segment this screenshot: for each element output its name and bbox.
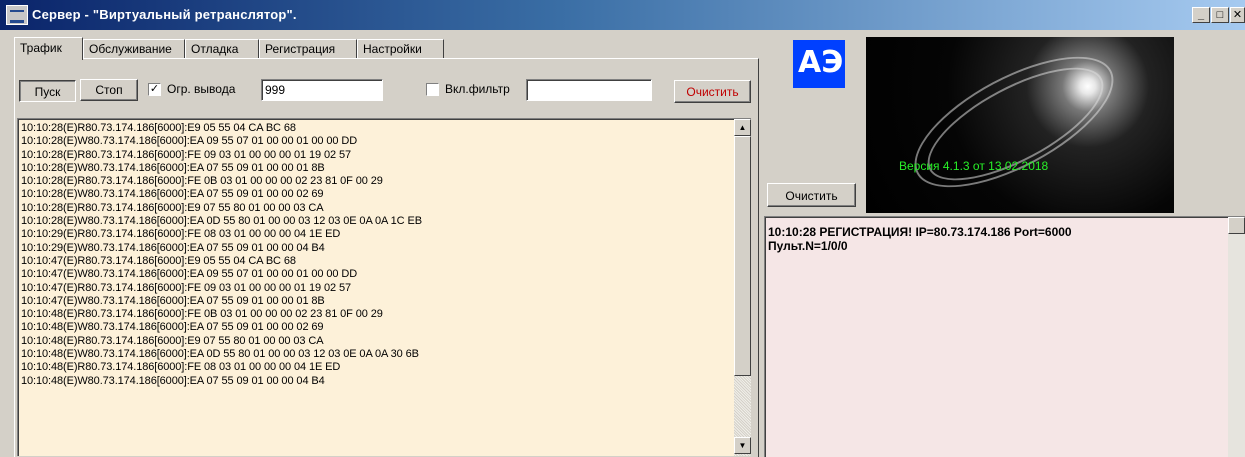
- filter-checkbox[interactable]: [426, 83, 439, 96]
- close-button[interactable]: ✕: [1230, 7, 1245, 23]
- log-line: 10:10:28(E)W80.73.174.186[6000]:EA 0D 55…: [21, 215, 422, 228]
- version-label: Версия 4.1.3 от 13.02.2018: [899, 159, 1049, 173]
- log-line: 10:10:48(E)W80.73.174.186[6000]:EA 07 55…: [21, 374, 325, 387]
- tab-debug[interactable]: Отладка: [185, 39, 259, 59]
- log-line: 10:10:28(E)W80.73.174.186[6000]:EA 09 55…: [21, 135, 358, 148]
- log-line: 10:10:28(E)W80.73.174.186[6000]:EA 07 55…: [21, 188, 324, 201]
- clear-traffic-button[interactable]: Очистить: [674, 80, 751, 103]
- stop-button[interactable]: Стоп: [80, 79, 138, 101]
- minimize-button[interactable]: _: [1192, 7, 1210, 23]
- tab-traffic[interactable]: Трафик: [14, 37, 83, 60]
- limit-output-checkbox[interactable]: ✓: [148, 83, 161, 96]
- messages-scroll-up-button[interactable]: [1228, 217, 1245, 234]
- start-button[interactable]: Пуск: [19, 80, 76, 102]
- splash-image: Версия 4.1.3 от 13.02.2018: [866, 37, 1174, 213]
- arrow-up-icon: ▲: [738, 123, 747, 132]
- message-line: Пульт.N=1/0/0: [768, 239, 848, 253]
- tab-maintenance[interactable]: Обслуживание: [83, 39, 185, 59]
- arrow-down-icon: ▼: [738, 441, 747, 450]
- checkmark-icon: ✓: [149, 83, 160, 95]
- tab-settings[interactable]: Настройки: [357, 39, 444, 59]
- log-line: 10:10:47(E)R80.73.174.186[6000]:E9 05 55…: [21, 254, 296, 267]
- message-line: 10:10:28 РЕГИСТРАЦИЯ! IP=80.73.174.186 P…: [768, 225, 1072, 239]
- filter-label: Вкл.фильтр: [445, 82, 510, 96]
- log-line: 10:10:48(E)R80.73.174.186[6000]:FE 08 03…: [21, 361, 341, 374]
- traffic-log-lines: 10:10:28(E)R80.73.174.186[6000]:E9 05 55…: [21, 122, 731, 388]
- log-line: 10:10:47(E)R80.73.174.186[6000]:FE 09 03…: [21, 281, 351, 294]
- scroll-up-button[interactable]: ▲: [734, 119, 751, 136]
- log-line: 10:10:28(E)R80.73.174.186[6000]:FE 09 03…: [21, 148, 351, 161]
- logo-text: АЭ: [798, 45, 844, 80]
- log-line: 10:10:29(E)R80.73.174.186[6000]:FE 08 03…: [21, 228, 341, 241]
- log-line: 10:10:48(E)W80.73.174.186[6000]:EA 07 55…: [21, 321, 324, 334]
- scroll-down-button[interactable]: ▼: [734, 437, 751, 454]
- log-line: 10:10:47(E)W80.73.174.186[6000]:EA 09 55…: [21, 268, 358, 281]
- log-line: 10:10:28(E)R80.73.174.186[6000]:FE 0B 03…: [21, 175, 383, 188]
- clear-messages-button[interactable]: Очистить: [767, 183, 856, 207]
- log-line: 10:10:28(E)R80.73.174.186[6000]:E9 05 55…: [21, 122, 296, 134]
- messages-log[interactable]: 10:10:28 РЕГИСТРАЦИЯ! IP=80.73.174.186 P…: [764, 216, 1245, 457]
- tab-registration[interactable]: Регистрация: [259, 39, 357, 59]
- traffic-log-scrollbar[interactable]: ▲ ▼: [734, 119, 751, 456]
- messages-text: 10:10:28 РЕГИСТРАЦИЯ! IP=80.73.174.186 P…: [768, 225, 1228, 253]
- title-bar: Сервер - "Виртуальный ретранслятор". _ □…: [0, 0, 1245, 30]
- log-line: 10:10:28(E)R80.73.174.186[6000]:E9 07 55…: [21, 201, 324, 214]
- messages-scrollbar[interactable]: [1228, 217, 1245, 457]
- limit-output-label: Огр. вывода: [167, 82, 236, 96]
- scroll-thumb[interactable]: [734, 136, 751, 376]
- traffic-log[interactable]: 10:10:28(E)R80.73.174.186[6000]:E9 05 55…: [17, 118, 751, 456]
- log-line: 10:10:48(E)R80.73.174.186[6000]:E9 07 55…: [21, 334, 324, 347]
- log-line: 10:10:48(E)W80.73.174.186[6000]:EA 0D 55…: [21, 348, 419, 361]
- maximize-button[interactable]: □: [1211, 7, 1229, 23]
- log-line: 10:10:47(E)W80.73.174.186[6000]:EA 07 55…: [21, 294, 325, 307]
- log-line: 10:10:28(E)W80.73.174.186[6000]:EA 07 55…: [21, 161, 325, 174]
- limit-output-input[interactable]: 999: [261, 79, 383, 101]
- log-line: 10:10:48(E)R80.73.174.186[6000]:FE 0B 03…: [21, 308, 383, 321]
- window-title: Сервер - "Виртуальный ретранслятор".: [32, 7, 297, 22]
- filter-input[interactable]: [526, 79, 652, 101]
- log-line: 10:10:29(E)W80.73.174.186[6000]:EA 07 55…: [21, 241, 325, 254]
- company-logo: АЭ: [793, 40, 845, 88]
- app-icon[interactable]: [6, 5, 28, 25]
